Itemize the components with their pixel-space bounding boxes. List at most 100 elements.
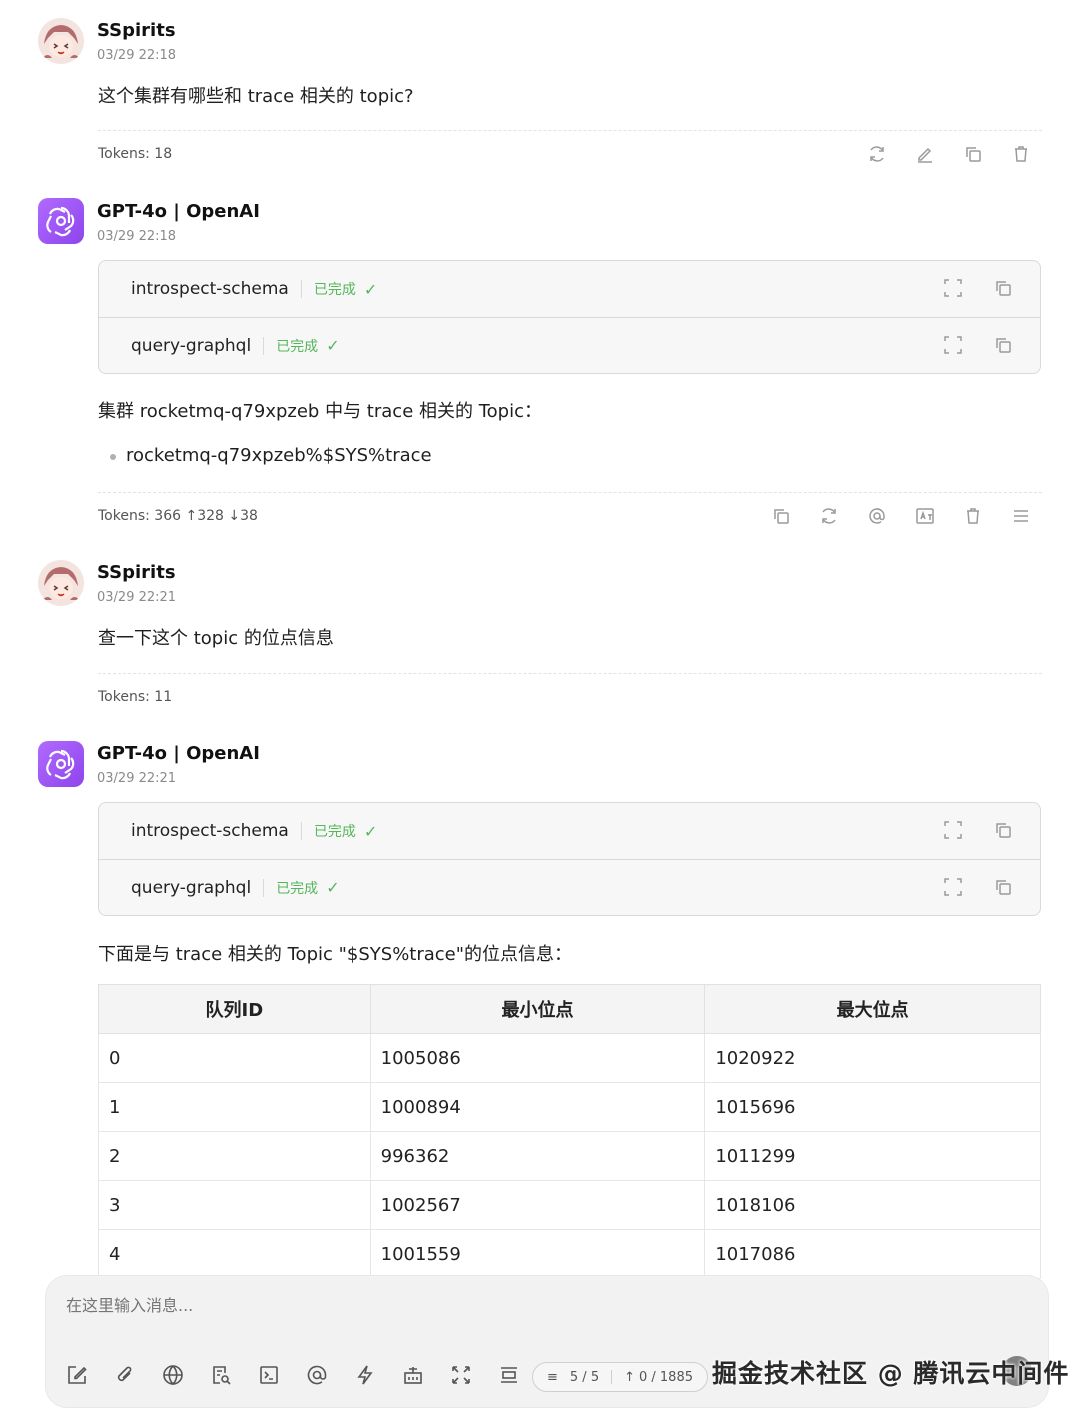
document-search-icon[interactable] [210,1364,232,1386]
tool-call-row[interactable]: query-graphql 已完成 ✓ [99,859,1040,915]
table-cell: 1 [98,1082,371,1132]
expand-icon[interactable] [942,876,964,898]
regenerate-icon[interactable] [866,143,888,165]
page-counter: 5 / 5 [569,1369,600,1385]
copy-icon[interactable] [962,143,984,165]
sender-name: SSpirits [97,562,176,583]
copy-icon[interactable] [992,334,1014,356]
message-actions [770,505,1032,527]
table-row: 1 1000894 1015696 [98,1082,1041,1132]
tool-status: 已完成 [313,824,356,840]
watermark: 掘金技术社区 @ 腾讯云中间件 [712,1359,1070,1388]
lightning-icon[interactable] [354,1364,376,1386]
column-header: 最大位点 [704,984,1041,1034]
check-icon: ✓ [363,279,378,299]
attachment-icon[interactable] [114,1364,136,1386]
message-text: 查一下这个 topic 的位点信息 [98,628,334,649]
message-time: 03/29 22:18 [97,48,177,63]
expand-icon[interactable] [942,334,964,356]
edit-note-icon[interactable] [66,1364,88,1386]
table-row: 4 1001559 1017086 [98,1229,1041,1279]
message-text: 集群 rocketmq-q79xpzeb 中与 trace 相关的 Topic： [98,401,542,422]
table-cell: 1001559 [369,1229,706,1279]
message-actions [866,143,1032,165]
table-cell: 996362 [369,1131,706,1181]
composer-toolbar [66,1364,520,1386]
table-row: 0 1005086 1020922 [98,1033,1041,1083]
message-text: 这个集群有哪些和 trace 相关的 topic? [98,86,414,107]
message-divider [98,492,1042,493]
table-cell: 1020922 [704,1033,1041,1083]
expand-icon[interactable] [942,277,964,299]
edit-icon[interactable] [914,143,936,165]
table-cell: 1018106 [704,1180,1041,1230]
message-divider [98,673,1042,674]
table-cell: 1011299 [704,1131,1041,1181]
separator [611,1370,613,1384]
terminal-icon[interactable] [258,1364,280,1386]
context-counter[interactable]: ≡ 5 / 5 ↑ 0 / 1885 [532,1362,708,1392]
token-count: Tokens: 366 ↑328 ↓38 [98,508,258,524]
table-row: 2 996362 1011299 [98,1131,1041,1181]
gpt-avatar [38,741,84,787]
regenerate-icon[interactable] [818,505,840,527]
mention-icon[interactable] [866,505,888,527]
table-cell: 3 [98,1180,371,1230]
tool-status: 已完成 [313,282,356,298]
globe-icon[interactable] [162,1364,184,1386]
copy-icon[interactable] [992,876,1014,898]
table-cell: 4 [98,1229,371,1279]
tool-name: introspect-schema [131,821,289,841]
copy-icon[interactable] [992,819,1014,841]
delete-icon[interactable] [1010,143,1032,165]
separator [263,336,265,355]
check-icon: ✓ [326,336,340,355]
plugin-icon[interactable] [402,1364,424,1386]
table-cell: 1005086 [369,1033,706,1083]
sender-name: GPT-4o | OpenAI [97,743,260,764]
tool-call-row[interactable]: introspect-schema 已完成 ✓ [99,803,1040,859]
check-icon: ✓ [326,878,340,897]
message-text: 下面是与 trace 相关的 Topic "$SYS%trace"的位点信息： [98,944,573,965]
tool-status: 已完成 [276,338,319,355]
token-count: Tokens: 18 [98,146,173,162]
message-divider [98,130,1042,131]
tool-name: query-graphql [131,335,252,356]
tool-call-row[interactable]: introspect-schema 已完成 ✓ [99,261,1040,317]
align-icon[interactable] [498,1364,520,1386]
table-cell: 1015696 [704,1082,1041,1132]
tool-calls-panel: introspect-schema 已完成 ✓ query-graphql 已完… [98,260,1041,374]
tool-status: 已完成 [276,880,319,897]
tool-name: query-graphql [131,877,252,898]
message-time: 03/29 22:18 [97,229,177,244]
delete-icon[interactable] [962,505,984,527]
mention-icon[interactable] [306,1364,328,1386]
table-cell: 1000894 [369,1082,706,1132]
fullscreen-icon[interactable] [450,1364,472,1386]
token-count: Tokens: 11 [98,689,173,705]
token-counter: 0 / 1885 [639,1369,693,1385]
check-icon: ✓ [363,821,378,841]
table-header-row: 队列ID 最小位点 最大位点 [98,984,1041,1034]
copy-icon[interactable] [992,277,1014,299]
message-input[interactable] [66,1296,966,1315]
table-cell: 1017086 [704,1229,1041,1279]
arrow-up-icon: ↑ [624,1369,635,1385]
message-time: 03/29 22:21 [97,771,177,786]
table-row: 3 1002567 1018106 [98,1180,1041,1230]
separator [300,280,302,298]
copy-icon[interactable] [770,505,792,527]
bullet-item: rocketmq-q79xpzeb%$SYS%trace [126,445,432,466]
menu-icon[interactable] [1010,505,1032,527]
expand-icon[interactable] [942,819,964,841]
tool-name: introspect-schema [131,279,289,299]
table-cell: 2 [98,1131,371,1181]
translate-icon[interactable] [914,505,936,527]
message-time: 03/29 22:21 [97,590,177,605]
separator [300,822,302,840]
sender-name: SSpirits [97,20,176,41]
bullet-dot [110,454,116,460]
tool-call-row[interactable]: query-graphql 已完成 ✓ [99,317,1040,373]
separator [263,878,265,897]
offset-table: 队列ID 最小位点 最大位点 0 1005086 1020922 1 10008… [98,984,1041,1279]
